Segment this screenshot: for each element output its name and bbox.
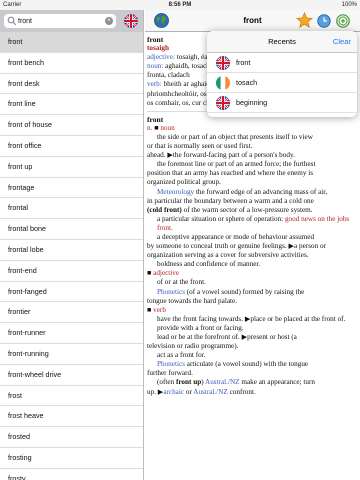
word-list-item[interactable]: frosting <box>0 448 143 469</box>
word-list-item[interactable]: frost heave <box>0 406 143 428</box>
definition-nav-bar: front <box>145 10 360 32</box>
recent-item[interactable]: tosach <box>207 73 357 93</box>
word-list-item[interactable]: front desk <box>0 74 143 95</box>
definition-9: have the front facing towards. ▶place or… <box>157 314 346 323</box>
word-list-item[interactable]: frontal lobe <box>0 240 143 261</box>
definition-2c: organized political group. <box>147 178 221 187</box>
definition-1c: ahead. ▶the forward-facing part of a per… <box>147 151 295 160</box>
word-list-item[interactable]: front office <box>0 136 143 157</box>
word-list-item[interactable]: front of house <box>0 115 143 136</box>
definition-6: boldness and confidence of manner. <box>157 260 261 269</box>
word-list-item[interactable]: frontal bone <box>0 219 143 240</box>
recent-item[interactable]: front <box>207 53 357 73</box>
word-list-item[interactable]: frontage <box>0 178 143 199</box>
definition-5: a deceptive appearance or mode of behavi… <box>157 232 315 241</box>
adjective-pos-line: ■ adjective <box>147 269 180 278</box>
word-list-item[interactable]: frontal <box>0 198 143 220</box>
word-list-item[interactable]: front bench <box>0 53 143 74</box>
definition-13b: further forward. <box>147 369 193 378</box>
recent-word: beginning <box>236 98 268 107</box>
word-list-item[interactable]: front-running <box>0 344 143 365</box>
word-list-pane: × front front bench front desk front lin… <box>0 10 144 480</box>
definition-10: provide with a front or facing. <box>157 323 244 332</box>
definition-4: a particular situation or sphere of oper… <box>157 214 350 232</box>
definition-14b: up. ▶archaic or Austral./NZ confront. <box>147 387 256 396</box>
recent-item[interactable]: beginning <box>207 93 357 113</box>
definition-12: act as a front for. <box>157 351 206 360</box>
definition-3b: in particular the boundary between a war… <box>147 196 314 205</box>
definition-2b: position that an army has reached and wh… <box>147 169 314 178</box>
word-list-item[interactable]: frosty <box>0 469 143 480</box>
word-list-item[interactable]: front line <box>0 94 143 116</box>
word-list: front front bench front desk front line … <box>0 32 143 480</box>
definition-3: Meteorology the forward edge of an advan… <box>157 187 328 196</box>
uk-flag-icon[interactable] <box>124 14 138 28</box>
definition-11c: television or radio programme). <box>147 342 239 351</box>
ireland-flag-icon <box>216 76 230 90</box>
word-list-item[interactable]: front <box>0 32 143 53</box>
clock-time: 8:56 PM <box>168 2 192 8</box>
recent-word: tosach <box>236 78 258 87</box>
search-field[interactable]: × <box>4 14 116 28</box>
recents-list: front tosach beginning <box>207 53 357 113</box>
word-list-item[interactable]: frosted <box>0 427 143 448</box>
definition-14: (often front up) Austral./NZ make an app… <box>157 378 315 387</box>
search-bar: × <box>0 10 143 32</box>
recent-word: front <box>236 58 251 67</box>
recents-header: Recents Clear <box>207 31 357 53</box>
recents-popover: Recents Clear front tosach beginning <box>207 31 357 117</box>
definition-3c: (cold front) of the warm sector of a low… <box>147 205 313 214</box>
word-list-item[interactable]: front up <box>0 157 143 178</box>
word-list-item[interactable]: front-fanged <box>0 282 143 303</box>
definition-7: of or at the front. <box>157 278 206 287</box>
verb-pos-line: ■ verb <box>147 305 166 314</box>
definition-1: the side or part of an object that prese… <box>157 132 313 141</box>
clear-search-icon[interactable]: × <box>105 17 113 25</box>
word-list-item[interactable]: frost <box>0 386 143 407</box>
status-bar: Carrier 8:56 PM 100% <box>0 0 360 10</box>
definition-8b: tongue towards the hard palate. <box>147 296 238 305</box>
definition-11: lead or be at the forefront of. ▶present… <box>157 333 297 341</box>
definition-1b: or that is normally seen or used first. <box>147 142 253 151</box>
word-list-item[interactable]: front-end <box>0 261 143 282</box>
uk-flag-icon <box>216 96 230 110</box>
word-list-item[interactable]: front-wheel drive <box>0 365 143 386</box>
word-list-item[interactable]: frontier <box>0 302 143 324</box>
word-list-item[interactable]: front-runner <box>0 323 143 344</box>
ripple-icon[interactable] <box>336 14 350 28</box>
noun-pos-line: n. ■ noun <box>147 123 175 132</box>
star-icon[interactable] <box>296 12 313 29</box>
clear-recents-button[interactable]: Clear <box>333 31 351 53</box>
definition-13: Phonetics articulate (a vowel sound) wit… <box>157 360 309 369</box>
magnifier-icon <box>7 16 17 26</box>
uk-flag-icon <box>216 56 230 70</box>
definition-8: Phonetics (of a vowel sound) formed by r… <box>157 287 305 296</box>
search-input[interactable] <box>18 14 104 28</box>
battery-level: 100% <box>341 2 357 8</box>
definition-5b: by someone to conceal truth or genuine f… <box>147 242 326 260</box>
definition-2: the foremost line or part of an armed fo… <box>157 160 316 169</box>
